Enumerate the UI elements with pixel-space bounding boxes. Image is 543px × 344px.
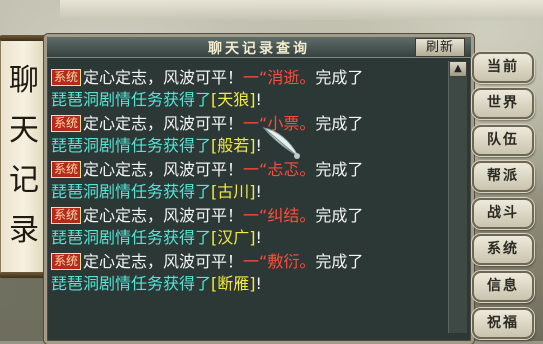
channel-button-world[interactable]: 世界 [472, 88, 534, 119]
message-task: 琵琶洞剧情任务获得了 [51, 274, 212, 293]
side-tab-char: 录 [9, 213, 39, 248]
chevron-up-icon[interactable]: ▲ [449, 61, 467, 77]
message-dash: 一“ [243, 206, 268, 225]
chat-scrollbar[interactable]: ▲ [448, 61, 467, 333]
message-riddle: 纠结 [267, 206, 300, 225]
message-task: 琵琶洞剧情任务获得了 [51, 90, 212, 109]
message-dash: 一“ [243, 160, 268, 179]
message-line-1: 系统 定心定志，风波可平！一“小票。完成了 [51, 113, 443, 135]
message-line-2: 琵琶洞剧情任务获得了[古川]! [51, 181, 443, 203]
top-decoration [60, 0, 543, 20]
message-intro: 定心定志，风波可平！ [83, 252, 244, 271]
message-reward[interactable]: [天狼] [211, 90, 256, 109]
message-task: 琵琶洞剧情任务获得了 [51, 228, 212, 247]
system-tag: 系统 [51, 69, 82, 86]
message-end: ! [255, 136, 262, 155]
chat-log-side-tab[interactable]: 聊 天 记 录 [0, 35, 49, 278]
dialog-title: 聊天记录查询 [208, 41, 310, 57]
message-riddle: 消逝 [267, 68, 300, 87]
channel-button-guild[interactable]: 帮派 [472, 161, 534, 192]
message-reward[interactable]: [般若] [211, 136, 256, 155]
side-tab-char: 记 [9, 163, 39, 198]
message-period: 。 [299, 252, 316, 271]
message-done: 完成了 [315, 206, 364, 225]
message-intro: 定心定志，风波可平！ [83, 114, 244, 133]
message-done: 完成了 [315, 252, 364, 271]
message-intro: 定心定志，风波可平！ [83, 206, 244, 225]
message-intro: 定心定志，风波可平！ [83, 160, 244, 179]
message-line-1: 系统 定心定志，风波可平！一“纠结。完成了 [51, 205, 443, 227]
chat-message: 系统 定心定志，风波可平！一“忐忑。完成了 琵琶洞剧情任务获得了[古川]! [51, 159, 443, 203]
chat-message: 系统 定心定志，风波可平！一“消逝。完成了 琵琶洞剧情任务获得了[天狼]! [51, 67, 443, 111]
refresh-button[interactable]: 刷新 [415, 38, 465, 57]
message-reward[interactable]: [古川] [211, 182, 256, 201]
chat-log: 系统 定心定志，风波可平！一“消逝。完成了 琵琶洞剧情任务获得了[天狼]! 系统定… [51, 61, 443, 333]
channel-button-system[interactable]: 系统 [472, 234, 534, 265]
system-tag: 系统 [51, 115, 82, 132]
message-period: 。 [299, 68, 316, 87]
message-done: 完成了 [315, 114, 364, 133]
chat-message: 系统 定心定志，风波可平！一“纠结。完成了 琵琶洞剧情任务获得了[汉广]! [51, 205, 443, 249]
system-tag: 系统 [51, 253, 82, 270]
dialog-title-bar: 聊天记录查询 刷新 [47, 37, 471, 58]
chat-message: 系统 定心定志，风波可平！一“敷衍。完成了 琵琶洞剧情任务获得了[断雁]! [51, 251, 443, 295]
message-line-2: 琵琶洞剧情任务获得了[天狼]! [51, 89, 443, 111]
chat-message: 系统 定心定志，风波可平！一“小票。完成了 琵琶洞剧情任务获得了[般若]! [51, 113, 443, 157]
message-end: ! [255, 228, 262, 247]
chat-history-dialog: 聊天记录查询 刷新 系统 定心定志，风波可平！一“消逝。完成了 琵琶洞剧情任务获得… [44, 34, 474, 344]
channel-button-team[interactable]: 队伍 [472, 125, 534, 156]
message-done: 完成了 [315, 68, 364, 87]
message-reward[interactable]: [汉广] [211, 228, 256, 247]
channel-button-info[interactable]: 信息 [472, 271, 534, 302]
side-tab-char: 聊 [9, 63, 39, 98]
message-line-2: 琵琶洞剧情任务获得了[般若]! [51, 135, 443, 157]
message-reward[interactable]: [断雁] [211, 274, 256, 293]
message-line-2: 琵琶洞剧情任务获得了[断雁]! [51, 273, 443, 295]
system-tag: 系统 [51, 161, 82, 178]
message-task: 琵琶洞剧情任务获得了 [51, 136, 212, 155]
message-done: 完成了 [315, 160, 364, 179]
message-period: 。 [299, 206, 316, 225]
message-line-1: 系统 定心定志，风波可平！一“消逝。完成了 [51, 67, 443, 89]
message-dash: 一“ [243, 68, 268, 87]
message-dash: 一“ [243, 252, 268, 271]
channel-button-current[interactable]: 当前 [472, 52, 534, 83]
message-intro: 定心定志，风波可平！ [83, 68, 244, 87]
message-riddle: 敷衍 [267, 252, 300, 271]
message-end: ! [255, 274, 262, 293]
side-tab-char: 天 [9, 113, 39, 148]
message-end: ! [255, 90, 262, 109]
message-line-1: 系统 定心定志，风波可平！一“忐忑。完成了 [51, 159, 443, 181]
message-end: ! [255, 182, 262, 201]
message-task: 琵琶洞剧情任务获得了 [51, 182, 212, 201]
message-riddle: 忐忑 [267, 160, 300, 179]
channel-button-battle[interactable]: 战斗 [472, 198, 534, 229]
feather-cursor-icon [262, 127, 300, 159]
message-line-1: 系统 定心定志，风波可平！一“敷衍。完成了 [51, 251, 443, 273]
message-line-2: 琵琶洞剧情任务获得了[汉广]! [51, 227, 443, 249]
system-tag: 系统 [51, 207, 82, 224]
channel-button-blessing[interactable]: 祝福 [472, 308, 534, 339]
message-period: 。 [299, 160, 316, 179]
